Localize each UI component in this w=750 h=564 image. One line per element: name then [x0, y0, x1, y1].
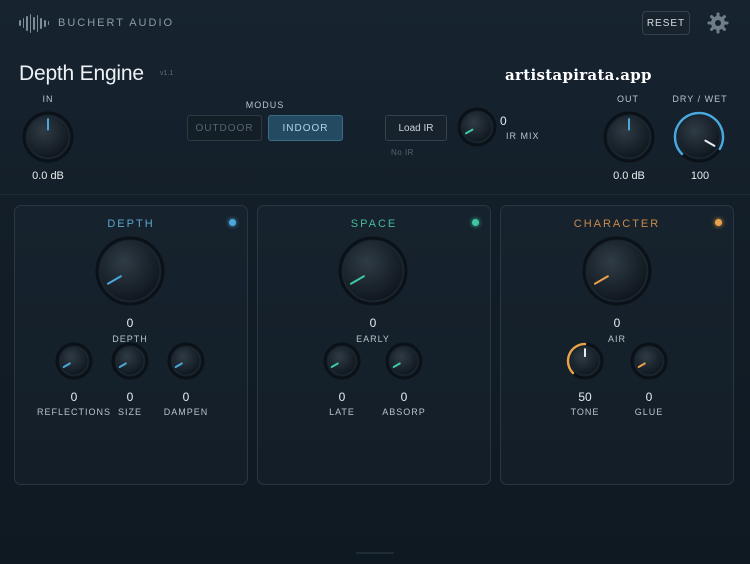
brand-name: BUCHERT AUDIO: [58, 17, 175, 29]
tone-value: 50: [578, 390, 592, 404]
air-value: 0: [613, 316, 621, 330]
reflections-value: 0: [70, 390, 78, 404]
air-main-knob[interactable]: [582, 236, 652, 306]
output-gain-knob[interactable]: [603, 111, 655, 163]
size-knob[interactable]: [111, 342, 149, 380]
top-bar: BUCHERT AUDIO RESET: [0, 0, 750, 46]
version-label: v1.1: [160, 70, 174, 77]
early-value: 0: [369, 316, 377, 330]
glue-value: 0: [645, 390, 653, 404]
output-value: 0.0 dB: [613, 170, 645, 182]
depth-panel-title: DEPTH: [107, 218, 155, 230]
section-divider: [0, 194, 750, 195]
glue-knob[interactable]: [630, 342, 668, 380]
drywet-label: DRY / WET: [672, 94, 728, 104]
plugin-title: Depth Engine: [19, 62, 144, 85]
dampen-value: 0: [182, 390, 190, 404]
ir-mix-value: 0: [500, 114, 507, 128]
resize-grip[interactable]: [356, 552, 394, 554]
size-label: SIZE: [117, 407, 142, 417]
character-indicator-dot: [715, 219, 722, 226]
drywet-value: 100: [690, 170, 710, 182]
space-indicator-dot: [472, 219, 479, 226]
early-main-knob[interactable]: [338, 236, 408, 306]
reset-button[interactable]: RESET: [642, 11, 690, 35]
input-value: 0.0 dB: [32, 170, 64, 182]
load-ir-button[interactable]: Load IR: [385, 115, 447, 141]
modus-label: MODUS: [245, 100, 285, 110]
dampen-label: DAMPEN: [163, 407, 209, 417]
watermark-text: artistapirata.app: [505, 66, 652, 84]
character-panel-title: CHARACTER: [573, 218, 661, 230]
size-value: 0: [126, 390, 134, 404]
plugin-window: BUCHERT AUDIO RESET Depth Engine v1.1 ar…: [0, 0, 750, 564]
output-label: OUT: [617, 94, 639, 104]
input-label: IN: [42, 94, 54, 104]
ir-status: No IR: [391, 148, 414, 157]
ir-mix-knob[interactable]: [457, 107, 497, 147]
absorp-label: ABSORP: [382, 407, 426, 417]
tone-knob[interactable]: [566, 342, 604, 380]
absorp-knob[interactable]: [385, 342, 423, 380]
waveform-icon: [19, 13, 50, 33]
dampen-knob[interactable]: [167, 342, 205, 380]
late-value: 0: [338, 390, 346, 404]
glue-label: GLUE: [634, 407, 664, 417]
input-gain-knob[interactable]: [22, 111, 74, 163]
tone-label: TONE: [570, 407, 600, 417]
depth-main-knob[interactable]: [95, 236, 165, 306]
ir-mix-label: IR MIX: [506, 131, 540, 141]
space-panel-title: SPACE: [350, 218, 398, 230]
absorp-value: 0: [400, 390, 408, 404]
depth-indicator-dot: [229, 219, 236, 226]
drywet-knob[interactable]: [673, 111, 725, 163]
late-knob[interactable]: [323, 342, 361, 380]
gear-icon[interactable]: [706, 11, 730, 35]
depth-main-value: 0: [126, 316, 134, 330]
reflections-knob[interactable]: [55, 342, 93, 380]
mode-outdoor-button[interactable]: OUTDOOR: [187, 115, 262, 141]
mode-indoor-button[interactable]: INDOOR: [268, 115, 343, 141]
late-label: LATE: [329, 407, 355, 417]
